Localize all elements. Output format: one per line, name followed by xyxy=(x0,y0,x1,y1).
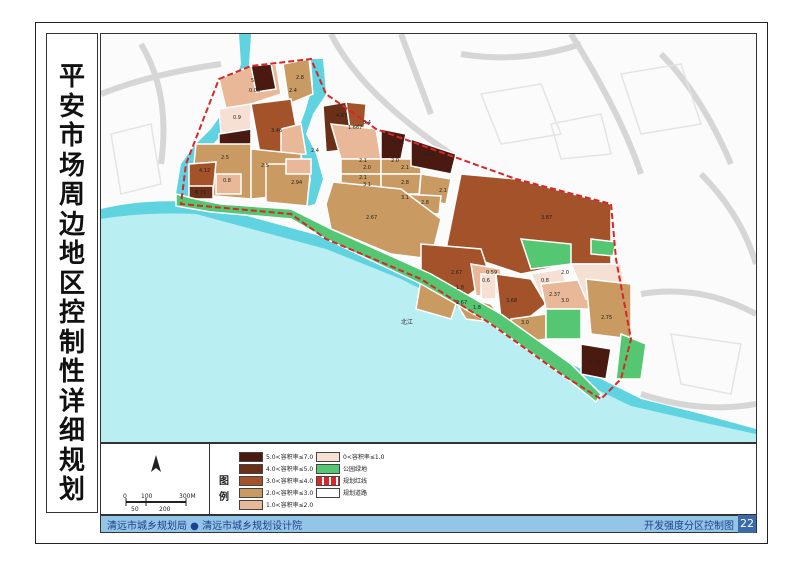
legend-swatch xyxy=(316,464,340,474)
parcel-far-label: 2.1 xyxy=(439,188,447,194)
scale-tick-50: 50 xyxy=(131,506,139,513)
parcel-far-label: 2.0 xyxy=(363,165,371,171)
north-arrow-scale xyxy=(125,455,187,506)
parcel-far-label: 3.0 xyxy=(521,320,529,326)
parcel-far-label: 3.1 xyxy=(363,182,371,188)
legend-heading: 图 xyxy=(219,476,229,487)
park xyxy=(590,238,617,257)
parcel-far-label: 6.15 xyxy=(589,360,600,366)
legend-label: 0<容积率≤1.0 xyxy=(343,454,385,461)
map-canvas: 0.08 5.2 2.8 2.4 0.9 3.46 3.81 1.667 2.4 4.63 5.4 2… xyxy=(101,34,756,442)
legend-swatch xyxy=(239,476,263,486)
parcel-far-label: 0.6 xyxy=(482,278,490,284)
legend-swatch xyxy=(316,452,340,462)
parcel-far-label: 1.667 xyxy=(348,125,362,131)
parcel xyxy=(280,123,307,157)
footer-bar: 清远市城乡规划局 ● 清远市城乡规划设计院 开发强度分区控制图 22 xyxy=(100,515,757,533)
scale-tick-100: 100 xyxy=(141,493,153,500)
scale-tick-300: 300M xyxy=(179,493,196,500)
parcel-far-label: 3.87 xyxy=(541,215,552,221)
legend-heading-2: 例 xyxy=(219,492,229,503)
parcel-far-label: 2.8 xyxy=(401,180,409,186)
parcel-far-label: 2.1 xyxy=(359,175,367,181)
parcel-far-label: 4.12 xyxy=(199,168,210,174)
parcel-far-label: 5.2 xyxy=(251,78,259,84)
parcel-far-label: 2.94 xyxy=(291,180,302,186)
legend-label: 2.0<容积率≤3.0 xyxy=(266,490,314,497)
parcel-far-label: 2.67 xyxy=(456,300,467,306)
parcel-far-label: 2.37 xyxy=(549,292,560,298)
title-char: 划 xyxy=(58,475,85,505)
page-number: 22 xyxy=(738,515,756,533)
scale-tick-200: 200 xyxy=(159,506,171,513)
parcel-far-label: 6.71 xyxy=(195,190,206,196)
parcel-far-label: 2.67 xyxy=(366,215,377,221)
park xyxy=(545,308,582,340)
parcel-far-label: 5.49 xyxy=(423,152,434,158)
parcel-far-label: 2.0 xyxy=(391,158,399,164)
parcel-far-label: 0.08 xyxy=(249,88,260,94)
parcel-far-label: 3.68 xyxy=(506,298,517,304)
footer-org: 清远市城乡规划局 ● 清远市城乡规划设计院 xyxy=(107,521,303,532)
legend-label: 5.0<容积率≤7.0 xyxy=(266,454,314,461)
scale-tick-0: 0 xyxy=(123,493,127,500)
legend-label: 3.0<容积率≤4.0 xyxy=(266,478,314,485)
parcel-far-label: 3.81 xyxy=(229,135,240,141)
legend-label: 公园绿地 xyxy=(343,466,368,473)
vertical-title: 平安市场周边地区控制性详细规划 xyxy=(46,33,98,513)
parcel-far-label: 0.9 xyxy=(233,115,241,121)
parcel-far-label: 2.0 xyxy=(561,270,569,276)
legend-label: 规划红线 xyxy=(343,478,368,485)
legend-swatch xyxy=(239,488,263,498)
legend-swatch xyxy=(239,452,263,462)
legend-box: 0 100 300M 50 200 图 例 5.0<容积率≤7.0 4.0<容积率… xyxy=(100,443,757,515)
parcel-far-label: 2.1 xyxy=(359,158,367,164)
parcel-far-label: 5.4 xyxy=(363,120,371,126)
parcel-far-label: 1.8 xyxy=(473,305,481,311)
parcel-far-label: 2.4 xyxy=(289,88,297,94)
legend-divider xyxy=(209,444,210,514)
parcel-far-label: 0.8 xyxy=(223,178,231,184)
legend-label: 4.0<容积率≤5.0 xyxy=(266,466,314,473)
parcel-far-label: 2.5 xyxy=(221,155,229,161)
parcel-far-label: 2.4 xyxy=(311,148,319,154)
footer-sheet-title: 开发强度分区控制图 xyxy=(644,521,734,532)
parcel-far-label: 0.59 xyxy=(486,270,497,276)
parcel-far-label: 3.1 xyxy=(401,195,409,201)
parcel-far-label: 3.0 xyxy=(561,298,569,304)
parcel-far-label: 3.46 xyxy=(271,128,282,134)
parcel-far-label: 2.8 xyxy=(421,200,429,206)
parcel xyxy=(285,158,312,175)
parcel-far-label: 2.67 xyxy=(451,270,462,276)
parcel-far-label: 0.8 xyxy=(541,278,549,284)
legend-swatch xyxy=(316,488,340,498)
legend-label: 规划道路 xyxy=(343,490,368,497)
parcel xyxy=(585,278,632,340)
planning-map: 0.08 5.2 2.8 2.4 0.9 3.46 3.81 1.667 2.4 4.63 5.4 2… xyxy=(100,33,757,443)
legend-swatch xyxy=(316,476,340,486)
legend-swatch xyxy=(239,500,263,510)
parcel xyxy=(215,173,242,195)
parcel-far-label: 4.63 xyxy=(336,113,347,119)
parcel-far-label: 5.01 xyxy=(393,140,404,146)
parcel-far-label: 1.8 xyxy=(456,285,464,291)
parcel-far-label: 2.5 xyxy=(261,163,269,169)
legend-label: 1.0<容积率≤2.0 xyxy=(266,502,314,509)
parcel-far-label: 2.8 xyxy=(296,75,304,81)
legend-swatch xyxy=(239,464,263,474)
river-label: 北江 xyxy=(401,318,413,326)
north-arrow-icon xyxy=(151,455,161,472)
parcel-far-label: 2.75 xyxy=(601,315,612,321)
parcel-far-label: 2.1 xyxy=(401,165,409,171)
